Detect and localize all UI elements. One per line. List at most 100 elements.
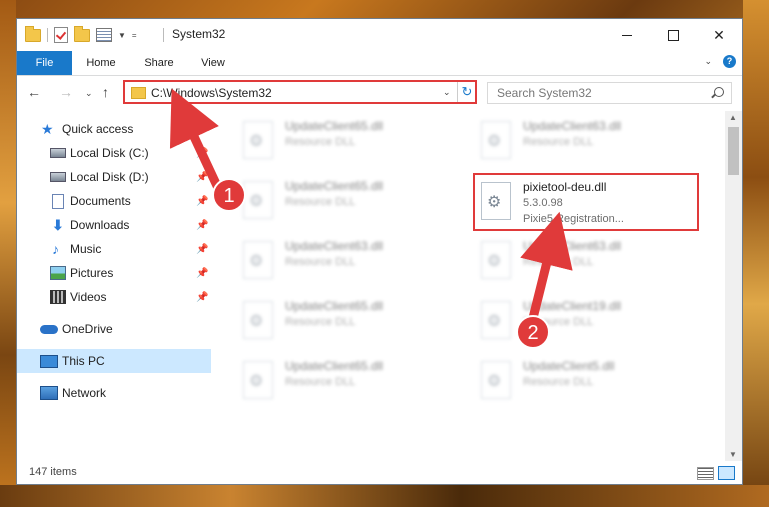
expand-ribbon-icon[interactable]: ⌄: [704, 56, 712, 67]
dll-file-icon: [481, 121, 511, 159]
explorer-window: ▼ = System32 ✕ File Home Share View ⌄ ? …: [16, 18, 743, 485]
dll-file-icon: [243, 301, 273, 339]
videos-icon: [50, 290, 66, 304]
file-type: Resource DLL: [523, 136, 594, 148]
help-icon[interactable]: ?: [723, 55, 736, 68]
refresh-button[interactable]: ↻: [457, 82, 476, 102]
file-type: Resource DLL: [285, 376, 356, 388]
pin-icon: 📌: [196, 195, 209, 207]
customize-icon[interactable]: [96, 28, 112, 42]
sidebar-item-pictures[interactable]: Pictures 📌: [17, 261, 211, 285]
sidebar-item-this-pc[interactable]: This PC: [17, 349, 211, 373]
properties-check-icon[interactable]: [54, 27, 68, 43]
sidebar-item-label: Music: [70, 242, 102, 256]
file-item[interactable]: UpdateClient65.dll Resource DLL: [239, 117, 469, 169]
pin-icon: 📌: [196, 267, 209, 279]
scroll-up-icon[interactable]: ▲: [729, 113, 737, 122]
search-icon: [714, 87, 724, 97]
dll-file-icon: [243, 361, 273, 399]
scrollbar-thumb[interactable]: [728, 127, 739, 175]
close-icon: ✕: [713, 26, 725, 43]
file-type: Resource DLL: [285, 136, 356, 148]
maximize-button[interactable]: [650, 19, 696, 51]
file-name: UpdateClient63.dll: [523, 119, 622, 133]
annotation-marker-2: 2: [516, 315, 550, 349]
sidebar-item-local-disk-d[interactable]: Local Disk (D:) 📌: [17, 165, 211, 189]
annotation-marker-1: 1: [212, 178, 246, 212]
dll-file-icon: [243, 181, 273, 219]
music-icon: ♪: [52, 241, 59, 257]
file-item[interactable]: UpdateClient63.dll Resource DLL: [477, 237, 707, 289]
file-name: UpdateClient63.dll: [285, 239, 384, 253]
search-placeholder: Search System32: [497, 86, 592, 100]
pin-icon: 📌: [196, 219, 209, 231]
tab-file[interactable]: File: [17, 51, 72, 75]
up-button[interactable]: ↑: [102, 84, 109, 100]
sidebar-item-videos[interactable]: Videos 📌: [17, 285, 211, 309]
details-view-icon[interactable]: [697, 467, 714, 480]
file-item[interactable]: UpdateClient19.dll Resource DLL: [477, 297, 707, 349]
star-icon: ★: [41, 121, 54, 137]
sidebar-item-documents[interactable]: Documents 📌: [17, 189, 211, 213]
tiles-view-icon[interactable]: [718, 466, 735, 480]
navigation-bar: ← → ⌄ ↑ C:\Windows\System32 ⌄ ↻ Search S…: [17, 76, 742, 110]
back-button[interactable]: ←: [27, 84, 41, 100]
pin-icon: 📌: [196, 147, 209, 159]
sidebar-item-label: OneDrive: [62, 322, 113, 336]
recent-locations-icon[interactable]: ⌄: [85, 88, 93, 99]
minimize-icon: [622, 34, 632, 36]
dll-file-icon: [481, 241, 511, 279]
window-title: System32: [172, 27, 226, 41]
sidebar-item-quick-access[interactable]: ★ Quick access: [17, 117, 211, 141]
maximize-icon: [667, 29, 679, 41]
file-name: UpdateClient65.dll: [285, 299, 384, 313]
tab-home[interactable]: Home: [75, 51, 127, 75]
pin-icon: 📌: [196, 171, 209, 183]
sidebar-item-label: Network: [62, 386, 107, 400]
address-path[interactable]: C:\Windows\System32: [151, 86, 272, 100]
dll-file-icon: [481, 301, 511, 339]
background-right: [743, 0, 769, 507]
dll-file-icon: [243, 121, 273, 159]
file-type: Resource DLL: [285, 256, 356, 268]
sidebar-item-label: Quick access: [62, 122, 134, 136]
sidebar-item-network[interactable]: Network: [17, 381, 211, 405]
chevron-down-icon[interactable]: ⌄: [443, 87, 451, 98]
file-item[interactable]: UpdateClient5.dll Resource DLL: [477, 357, 707, 409]
minimize-button[interactable]: [604, 19, 650, 51]
sidebar-item-music[interactable]: ♪ Music 📌: [17, 237, 211, 261]
tab-view[interactable]: View: [191, 51, 235, 75]
chevron-down-icon[interactable]: ▼: [118, 31, 126, 40]
sidebar-item-label: Documents: [70, 194, 131, 208]
scroll-down-icon[interactable]: ▼: [729, 450, 737, 459]
sidebar-item-label: Videos: [70, 290, 107, 304]
file-item[interactable]: UpdateClient63.dll Resource DLL: [477, 117, 707, 169]
vertical-scrollbar[interactable]: ▲ ▼: [725, 111, 742, 461]
sidebar-item-downloads[interactable]: ⬇ Downloads 📌: [17, 213, 211, 237]
tab-share[interactable]: Share: [135, 51, 183, 75]
dll-file-icon: [481, 361, 511, 399]
file-item-pixietool-deu[interactable]: pixietool-deu.dll 5.3.0.98 Pixie5 Regist…: [473, 173, 707, 231]
folder-icon: [131, 87, 146, 99]
sidebar-item-local-disk-c[interactable]: Local Disk (C:) 📌: [17, 141, 211, 165]
sidebar-item-onedrive[interactable]: OneDrive: [17, 317, 211, 341]
file-item[interactable]: UpdateClient65.dll Resource DLL: [239, 177, 469, 229]
file-type: Pixie5 Registration...: [523, 213, 624, 225]
file-list: UpdateClient65.dll Resource DLL UpdateCl…: [213, 111, 725, 461]
address-bar[interactable]: C:\Windows\System32 ⌄ ↻: [123, 80, 477, 104]
ribbon: File Home Share View ⌄ ?: [17, 51, 742, 76]
toolbar-separator: [47, 28, 48, 42]
customize-toolbar-icon[interactable]: =: [132, 31, 137, 40]
forward-button[interactable]: →: [59, 84, 73, 100]
file-item[interactable]: UpdateClient65.dll Resource DLL: [239, 297, 469, 349]
file-item[interactable]: UpdateClient63.dll Resource DLL: [239, 237, 469, 289]
sidebar-item-label: Local Disk (D:): [70, 170, 149, 184]
title-separator: [163, 28, 164, 42]
search-input[interactable]: Search System32: [487, 82, 732, 104]
background-left: [0, 0, 16, 507]
sidebar-item-label: Local Disk (C:): [70, 146, 149, 160]
close-button[interactable]: ✕: [696, 19, 742, 51]
file-item[interactable]: UpdateClient65.dll Resource DLL: [239, 357, 469, 409]
new-folder-icon[interactable]: [74, 25, 90, 42]
file-name: UpdateClient65.dll: [285, 119, 384, 133]
